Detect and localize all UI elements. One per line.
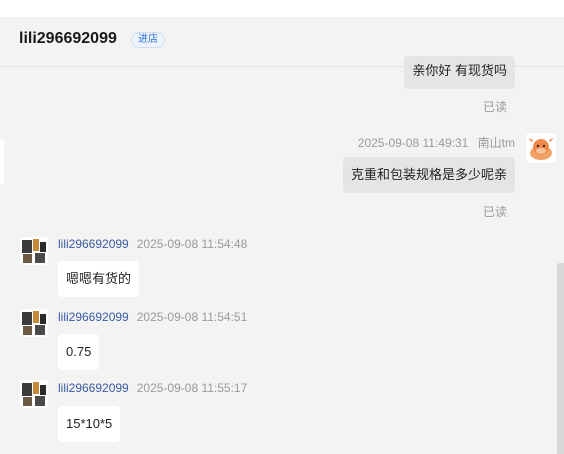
message-meta: lili296692099 2025-09-08 11:54:48 <box>58 237 247 251</box>
sender-name[interactable]: lili296692099 <box>58 310 129 324</box>
user-avatar[interactable] <box>20 380 48 408</box>
message-time: 2025-09-08 11:54:51 <box>136 310 248 324</box>
sender-name: 南山tm <box>477 136 515 150</box>
product-thumbnail-icon <box>20 380 48 408</box>
message-bubble-outgoing: 克重和包装规格是多少呢亲 <box>342 157 515 193</box>
user-avatar[interactable] <box>20 309 48 337</box>
message-text: 克重和包装规格是多少呢亲 <box>350 167 507 182</box>
top-strip <box>0 0 564 17</box>
chat-contact-name: lili296692099 <box>19 30 117 47</box>
message-meta-self: 2025-09-08 11:49:31 南山tm <box>358 134 515 151</box>
scrollbar[interactable] <box>557 263 564 454</box>
read-status: 已读 <box>482 205 507 219</box>
message-meta: lili296692099 2025-09-08 11:55:17 <box>58 381 247 395</box>
enter-store-button[interactable]: 进店 <box>131 32 165 48</box>
message-time: 2025-09-08 11:49:31 <box>357 136 469 150</box>
self-avatar[interactable] <box>526 133 556 163</box>
message-time: 2025-09-08 11:54:48 <box>136 237 248 251</box>
read-status: 已读 <box>482 100 507 114</box>
message-bubble-incoming: 嗯嗯有货的 <box>58 261 140 297</box>
message-text: 15*10*5 <box>66 416 113 431</box>
message-text: 嗯嗯有货的 <box>66 271 132 286</box>
message-time: 2025-09-08 11:55:17 <box>136 381 248 395</box>
message-meta: lili296692099 2025-09-08 11:54:51 <box>58 310 247 324</box>
cow-avatar-icon <box>528 138 554 160</box>
panel-edge <box>0 140 4 184</box>
sender-name[interactable]: lili296692099 <box>58 237 129 251</box>
message-bubble-incoming: 0.75 <box>58 334 100 370</box>
message-bubble-outgoing: 亲你好 有现货吗 <box>404 56 515 89</box>
sender-name[interactable]: lili296692099 <box>58 381 129 395</box>
product-thumbnail-icon <box>20 237 48 265</box>
message-text: 亲你好 有现货吗 <box>412 63 507 78</box>
product-thumbnail-icon <box>20 309 48 337</box>
message-bubble-incoming: 15*10*5 <box>58 406 121 442</box>
message-text: 0.75 <box>66 344 92 359</box>
user-avatar[interactable] <box>20 237 48 265</box>
